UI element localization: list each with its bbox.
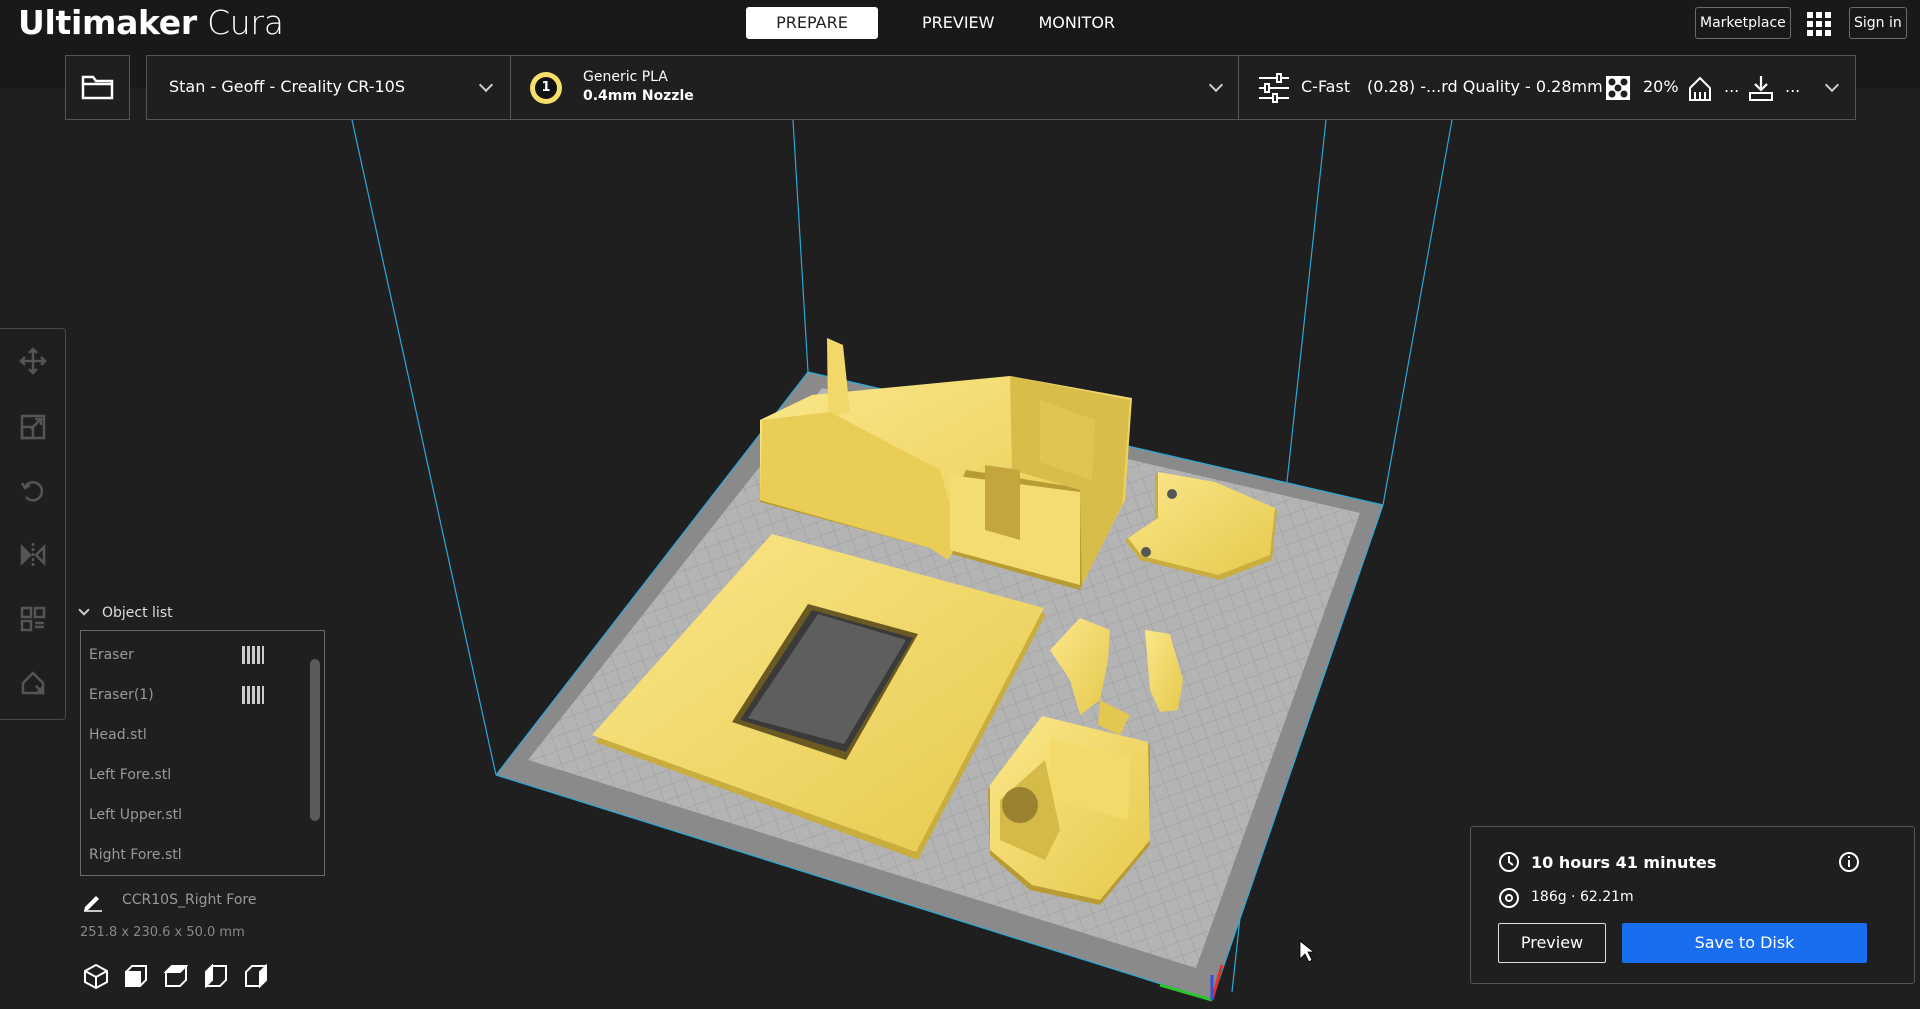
- per-model-settings-icon: [20, 606, 46, 632]
- extruder-badge-icon: [242, 646, 264, 664]
- support-blocker-icon: [21, 671, 45, 695]
- move-tool[interactable]: [17, 345, 49, 377]
- support-blocker-tool[interactable]: [17, 667, 49, 699]
- view-left-icon[interactable]: [202, 962, 230, 990]
- object-list-title: Object list: [102, 605, 173, 621]
- adhesion-value: ...: [1785, 77, 1801, 96]
- nozzle-size: 0.4mm Nozzle: [583, 88, 694, 104]
- preview-button[interactable]: Preview: [1498, 923, 1606, 963]
- material-usage: 186g · 62.21m: [1531, 889, 1634, 905]
- mirror-icon: [20, 543, 46, 567]
- extruder-badge-icon: [242, 686, 264, 704]
- infill-value: 20%: [1643, 77, 1679, 96]
- list-item[interactable]: Eraser: [89, 647, 134, 663]
- profile-name: C-Fast: [1301, 77, 1351, 96]
- tab-monitor[interactable]: MONITOR: [1016, 7, 1137, 39]
- folder-icon: [81, 75, 114, 100]
- move-icon: [19, 347, 47, 375]
- selected-object-dimensions: 251.8 x 230.6 x 50.0 mm: [80, 925, 245, 940]
- list-item[interactable]: Right Fore.stl: [89, 847, 182, 863]
- list-item[interactable]: Left Upper.stl: [89, 807, 182, 823]
- material-selector[interactable]: 1 Generic PLA 0.4mm Nozzle: [510, 55, 1240, 120]
- view-top-icon[interactable]: [162, 962, 190, 990]
- view-right-icon[interactable]: [242, 962, 270, 990]
- save-to-disk-button[interactable]: Save to Disk: [1622, 923, 1867, 963]
- settings-sliders-icon: [1259, 73, 1289, 103]
- support-value: ...: [1724, 77, 1740, 96]
- selected-object-name: CCR10S_Right Fore: [122, 892, 257, 908]
- list-item[interactable]: Head.stl: [89, 727, 147, 743]
- object-list: Eraser Eraser(1) Head.stl Left Fore.stl …: [80, 630, 325, 876]
- tool-panel: [0, 328, 66, 720]
- list-item[interactable]: Eraser(1): [89, 687, 154, 703]
- clock-icon: [1499, 852, 1519, 872]
- tab-preview[interactable]: PREVIEW: [900, 7, 1016, 39]
- printer-name: Stan - Geoff - Creality CR-10S: [169, 77, 406, 96]
- view-3d-icon[interactable]: [82, 962, 110, 990]
- stage-tabs: PREPARE PREVIEW MONITOR: [746, 7, 1137, 39]
- print-info-panel: 10 hours 41 minutes 186g · 62.21m Previe…: [1470, 826, 1915, 984]
- edit-icon[interactable]: [82, 890, 104, 912]
- support-icon: [1689, 76, 1711, 101]
- chevron-down-icon: [1208, 77, 1224, 93]
- mirror-tool[interactable]: [17, 539, 49, 571]
- open-file-button[interactable]: [65, 55, 130, 120]
- list-item[interactable]: Left Fore.stl: [89, 767, 171, 783]
- sign-in-button[interactable]: Sign in: [1849, 7, 1907, 39]
- extruder-number: 1: [541, 80, 551, 95]
- mouse-cursor: [1299, 940, 1316, 963]
- printer-selector[interactable]: Stan - Geoff - Creality CR-10S: [146, 55, 511, 120]
- info-icon[interactable]: [1838, 851, 1860, 873]
- view-front-icon[interactable]: [122, 962, 150, 990]
- quality-name: (0.28) -...rd Quality - 0.28mm: [1367, 77, 1603, 96]
- adhesion-icon: [1749, 76, 1773, 101]
- object-list-scrollbar[interactable]: [310, 659, 320, 821]
- chevron-down-icon: [78, 604, 90, 616]
- scale-tool[interactable]: [17, 411, 49, 443]
- material-name: Generic PLA: [583, 69, 668, 85]
- per-model-settings-tool[interactable]: [17, 603, 49, 635]
- chevron-down-icon: [1824, 77, 1840, 93]
- marketplace-button[interactable]: Marketplace: [1695, 7, 1791, 39]
- rotate-icon: [20, 481, 44, 502]
- spool-icon: [1499, 888, 1519, 908]
- chevron-down-icon: [478, 77, 494, 93]
- apps-grid-icon[interactable]: [1807, 12, 1831, 36]
- app-logo: Ultimaker Cura: [18, 3, 284, 42]
- print-settings-selector[interactable]: C-Fast (0.28) -...rd Quality - 0.28mm 20…: [1238, 55, 1856, 120]
- tab-prepare[interactable]: PREPARE: [746, 7, 878, 39]
- infill-icon: [1606, 76, 1630, 100]
- object-list-toggle[interactable]: Object list: [78, 604, 173, 621]
- print-time: 10 hours 41 minutes: [1531, 853, 1717, 872]
- scale-icon: [20, 414, 46, 440]
- rotate-tool[interactable]: [17, 475, 49, 507]
